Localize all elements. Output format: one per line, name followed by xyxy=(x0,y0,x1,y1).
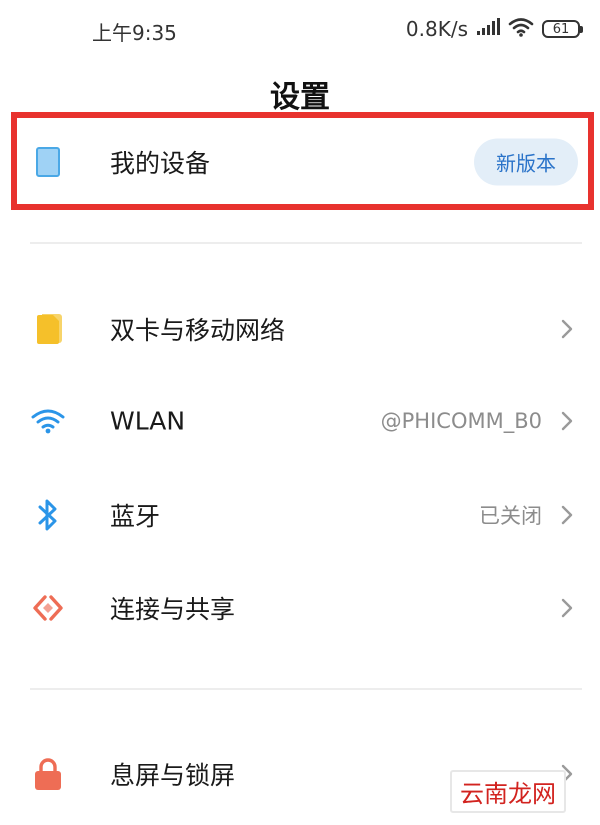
status-bar: 上午9:35 0.8K/s 61 xyxy=(0,0,600,58)
page-title: 设置 xyxy=(270,80,330,115)
settings-item-dual-sim[interactable]: 双卡与移动网络 xyxy=(0,284,600,374)
settings-item-label: 连接与共享 xyxy=(110,595,236,624)
lock-icon xyxy=(30,756,66,792)
settings-item-value: @PHICOMM_B0 xyxy=(380,409,542,433)
status-time: 上午9:35 xyxy=(92,21,177,45)
section-divider xyxy=(30,242,582,244)
network-speed: 0.8K/s xyxy=(405,17,468,41)
settings-item-label: 息屏与锁屏 xyxy=(110,761,236,790)
watermark: 云南龙网 xyxy=(450,770,566,813)
chevron-right-icon xyxy=(556,410,578,432)
cellular-signal-icon xyxy=(476,17,500,41)
settings-item-label: WLAN xyxy=(110,406,186,436)
wifi-icon xyxy=(30,403,66,439)
chevron-right-icon xyxy=(556,597,578,619)
highlight-box xyxy=(11,112,594,210)
chevron-right-icon xyxy=(556,318,578,340)
settings-item-label: 蓝牙 xyxy=(110,502,161,531)
settings-item-connection-sharing[interactable]: 连接与共享 xyxy=(0,563,600,653)
share-icon xyxy=(30,590,66,626)
section-divider xyxy=(30,688,582,690)
wifi-icon xyxy=(508,17,534,42)
battery-icon: 61 xyxy=(542,20,583,38)
status-indicators: 0.8K/s 61 xyxy=(405,14,583,44)
settings-item-wlan[interactable]: WLAN @PHICOMM_B0 xyxy=(0,376,600,466)
settings-item-value: 已关闭 xyxy=(479,504,542,528)
settings-item-bluetooth[interactable]: 蓝牙 已关闭 xyxy=(0,470,600,560)
chevron-right-icon xyxy=(556,504,578,526)
sim-card-icon xyxy=(30,311,66,347)
settings-item-label: 双卡与移动网络 xyxy=(110,316,286,345)
bluetooth-icon xyxy=(30,497,66,533)
